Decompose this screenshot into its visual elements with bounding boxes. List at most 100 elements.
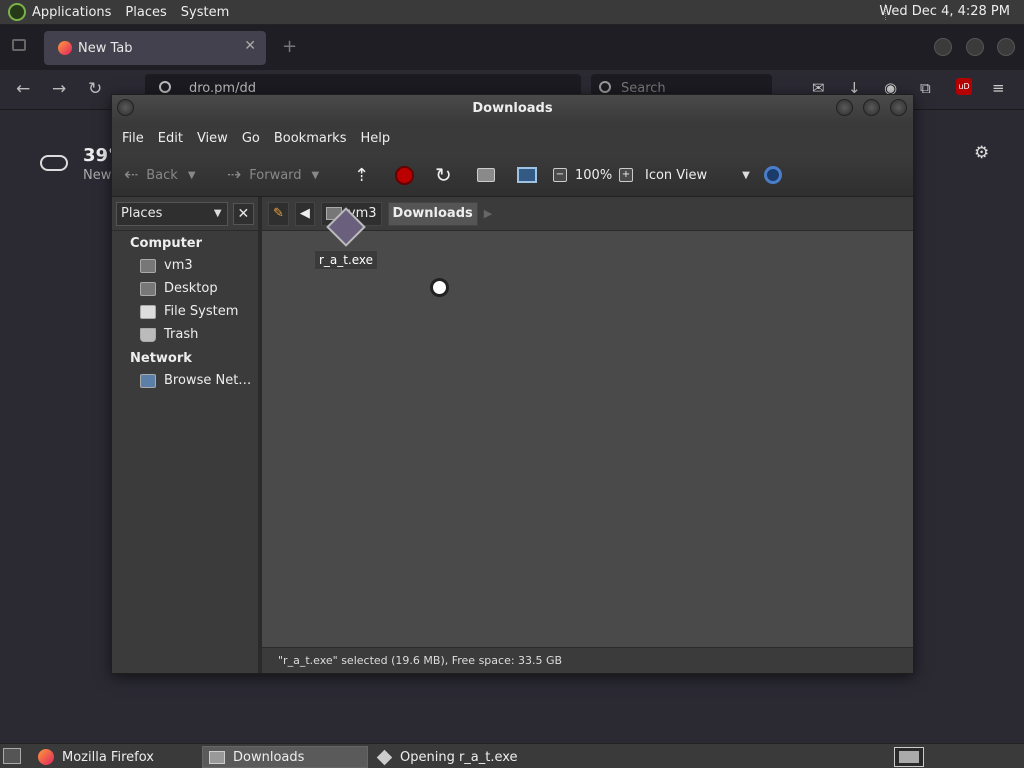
back-arrow-icon[interactable]: ← bbox=[16, 79, 30, 99]
menu-go[interactable]: Go bbox=[235, 131, 267, 146]
stop-button[interactable] bbox=[395, 153, 414, 197]
sidebar-item-browse-network[interactable]: Browse Net… bbox=[112, 369, 258, 392]
sidebar-item-vm3[interactable]: vm3 bbox=[112, 254, 258, 277]
file-item[interactable]: r_a_t.exe bbox=[314, 207, 378, 269]
stop-icon bbox=[395, 165, 414, 185]
status-bar: "r_a_t.exe" selected (19.6 MB), Free spa… bbox=[262, 647, 913, 673]
file-view[interactable]: ✎ ◀ vm3 Downloads ▶ r_a_t.exe "r_a_t.exe… bbox=[262, 197, 913, 673]
hamburger-menu-icon[interactable]: ≡ bbox=[992, 79, 1005, 97]
tab-title: New Tab bbox=[78, 40, 133, 56]
minimize-button[interactable] bbox=[934, 38, 952, 56]
window-menu-button[interactable] bbox=[117, 99, 134, 116]
top-panel: Applications Places System Wed Dec 4, 4:… bbox=[0, 0, 1024, 25]
window-title: Downloads bbox=[472, 101, 553, 116]
home-folder-icon bbox=[477, 168, 495, 182]
system-menu[interactable]: System bbox=[174, 5, 236, 20]
search-icon bbox=[599, 81, 611, 93]
reload-icon[interactable]: ↻ bbox=[88, 79, 102, 99]
path-scroll-left[interactable]: ◀ bbox=[294, 201, 315, 226]
menu-file[interactable]: File bbox=[115, 131, 151, 146]
new-tab-icon[interactable]: + bbox=[282, 36, 297, 57]
cloud-icon bbox=[40, 155, 68, 171]
zoom-level: 100% bbox=[575, 167, 613, 183]
tab-new-tab[interactable]: New Tab ✕ bbox=[44, 31, 266, 65]
path-segment-downloads[interactable]: Downloads bbox=[387, 201, 478, 226]
trash-icon bbox=[140, 327, 156, 342]
chevron-left-icon: ◀ bbox=[299, 206, 310, 221]
sidebar-item-desktop[interactable]: Desktop bbox=[112, 277, 258, 300]
sidebar-type-select[interactable]: Places ▼ bbox=[116, 201, 228, 226]
executable-file-icon bbox=[376, 749, 393, 765]
home-button[interactable] bbox=[477, 153, 495, 197]
close-button[interactable] bbox=[890, 99, 907, 116]
chevron-down-icon[interactable]: ▼ bbox=[312, 170, 320, 181]
chevron-down-icon[interactable]: ▼ bbox=[188, 170, 196, 181]
maximize-button[interactable] bbox=[966, 38, 984, 56]
sidebar-item-trash[interactable]: Trash bbox=[112, 323, 258, 346]
up-button[interactable]: ⇡ bbox=[354, 153, 369, 197]
task-opening-file[interactable]: Opening r_a_t.exe bbox=[370, 746, 536, 768]
busy-cursor-icon bbox=[430, 278, 449, 297]
computer-icon bbox=[517, 167, 537, 183]
task-firefox[interactable]: Mozilla Firefox bbox=[32, 746, 198, 768]
close-tab-icon[interactable]: ✕ bbox=[244, 38, 256, 54]
gear-icon[interactable]: ⚙ bbox=[974, 143, 989, 163]
reload-button[interactable]: ↻ bbox=[435, 153, 452, 197]
show-desktop-icon[interactable] bbox=[3, 748, 21, 764]
folder-icon bbox=[209, 750, 225, 764]
back-button[interactable]: ⇠ Back ▼ bbox=[124, 153, 196, 197]
search-icon bbox=[159, 81, 171, 93]
menu-help[interactable]: Help bbox=[353, 131, 397, 146]
file-name: r_a_t.exe bbox=[314, 251, 378, 269]
distro-logo-icon bbox=[8, 3, 26, 21]
search-button[interactable] bbox=[764, 153, 782, 197]
maximize-button[interactable] bbox=[863, 99, 880, 116]
firefox-favicon-icon bbox=[58, 41, 72, 55]
zoom-out-button[interactable]: − bbox=[553, 153, 567, 197]
chevron-down-icon: ▼ bbox=[742, 169, 750, 181]
desktop-folder-icon bbox=[140, 281, 156, 296]
list-tabs-icon[interactable] bbox=[12, 39, 26, 51]
workspace-switcher[interactable] bbox=[894, 747, 924, 767]
menubar: File Edit View Go Bookmarks Help bbox=[112, 123, 913, 153]
computer-button[interactable] bbox=[517, 153, 537, 197]
file-manager-window: Downloads File Edit View Go Bookmarks He… bbox=[111, 94, 914, 674]
firefox-icon bbox=[38, 749, 54, 765]
menu-view[interactable]: View bbox=[190, 131, 235, 146]
home-folder-icon bbox=[140, 258, 156, 273]
menu-edit[interactable]: Edit bbox=[151, 131, 190, 146]
window-titlebar[interactable]: Downloads bbox=[112, 95, 913, 123]
extensions-icon[interactable]: ⧉ bbox=[920, 79, 931, 97]
sidebar-header: Places ▼ ✕ bbox=[112, 197, 258, 231]
forward-arrow-icon[interactable]: → bbox=[52, 79, 66, 99]
menu-bookmarks[interactable]: Bookmarks bbox=[267, 131, 354, 146]
network-icon bbox=[140, 373, 156, 388]
minimize-button[interactable] bbox=[836, 99, 853, 116]
toolbar: ⇠ Back ▼ ⇢ Forward ▼ ⇡ ↻ − 100% + Icon V… bbox=[112, 153, 913, 197]
ublock-origin-icon[interactable]: uD bbox=[956, 78, 972, 95]
zoom-in-icon: + bbox=[619, 168, 633, 182]
search-icon bbox=[764, 166, 782, 184]
view-mode-select[interactable]: Icon View ▼ bbox=[645, 153, 750, 197]
sidebar-section-network: Network bbox=[130, 351, 192, 366]
task-downloads[interactable]: Downloads bbox=[202, 746, 368, 768]
places-menu[interactable]: Places bbox=[118, 5, 173, 20]
close-sidebar-icon[interactable]: ✕ bbox=[232, 202, 254, 225]
chevron-right-icon[interactable]: ▶ bbox=[484, 207, 492, 220]
back-arrow-icon: ⇠ bbox=[124, 165, 139, 185]
edit-location-button[interactable]: ✎ bbox=[268, 201, 289, 226]
forward-button[interactable]: ⇢ Forward ▼ bbox=[227, 153, 319, 197]
workspace-thumbnail bbox=[899, 751, 919, 763]
taskbar: Mozilla Firefox Downloads Opening r_a_t.… bbox=[0, 743, 1024, 768]
up-arrow-icon: ⇡ bbox=[354, 164, 370, 186]
applications-menu[interactable]: Applications bbox=[0, 3, 118, 21]
zoom-in-button[interactable]: + bbox=[619, 153, 633, 197]
forward-arrow-icon: ⇢ bbox=[227, 165, 242, 185]
sidebar: Places ▼ ✕ Computer vm3 Desktop File Sys… bbox=[112, 197, 262, 673]
window-body: Places ▼ ✕ Computer vm3 Desktop File Sys… bbox=[112, 197, 913, 673]
close-window-button[interactable] bbox=[997, 38, 1015, 56]
firefox-tabbar: New Tab ✕ + bbox=[0, 25, 1024, 70]
chevron-down-icon: ▼ bbox=[213, 207, 222, 219]
clock[interactable]: Wed Dec 4, 4:28 PM bbox=[879, 4, 1010, 19]
sidebar-item-file-system[interactable]: File System bbox=[112, 300, 258, 323]
